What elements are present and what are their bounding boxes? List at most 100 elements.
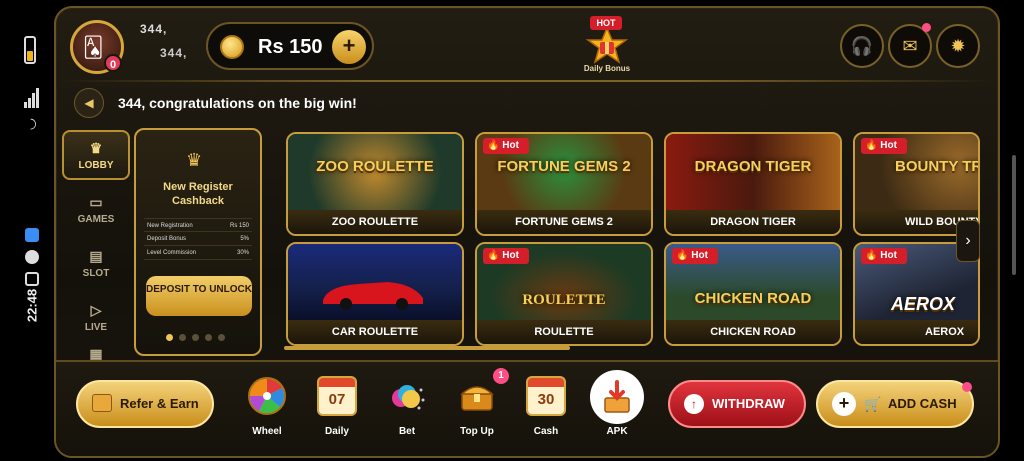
game-logo-text: BOUNTY TRA	[895, 158, 978, 175]
app-frame: ◠ 22:48 🂡 0 344, 344, Rs 150 + HOT Daily…	[0, 0, 1024, 461]
game-card-dragon-tiger[interactable]: DRAGON TIGER DRAGON TIGER	[664, 132, 842, 236]
withdraw-button[interactable]: ↑ WITHDRAW	[668, 380, 806, 428]
nav-label: GAMES	[77, 214, 115, 225]
crown-icon: ♛	[186, 150, 203, 170]
game-card-chicken-road[interactable]: 🔥 Hot CHICKEN ROAD CHICKEN ROAD	[664, 242, 842, 346]
side-nav: ♛ LOBBY ▭ GAMES ▤ SLOT ▷ LIVE ▦	[62, 128, 130, 360]
battery-icon	[24, 36, 36, 64]
nav-lobby[interactable]: ♛ LOBBY	[62, 130, 130, 180]
announcement-bar: ◀ 344, congratulations on the big win!	[66, 86, 986, 120]
game-name: ROULETTE	[477, 320, 651, 344]
instagram-icon	[25, 272, 39, 286]
plus-icon: +	[832, 392, 856, 416]
hot-label: Hot	[880, 250, 897, 261]
game-logo-text: FORTUNE GEMS 2	[497, 158, 631, 175]
announcement-text: 344, congratulations on the big win!	[118, 95, 357, 111]
promo-title: New Register Cashback	[163, 181, 233, 207]
hot-label: Hot	[880, 140, 897, 151]
cards-icon: 🂡	[83, 37, 104, 59]
tool-label: Bet	[398, 426, 416, 437]
promo-card[interactable]: ♛ New Register Cashback New Registration…	[134, 128, 262, 356]
hot-badge: 🔥 Hot	[672, 248, 718, 264]
game-name: CAR ROULETTE	[288, 320, 462, 344]
game-logo-text: AEROX	[891, 294, 956, 314]
refer-label: Refer & Earn	[120, 396, 199, 411]
game-card-car-roulette[interactable]: CAR ROULETTE	[286, 242, 464, 346]
game-name: ZOO ROULETTE	[288, 210, 462, 234]
download-icon	[604, 380, 630, 413]
balance-pill: Rs 150 +	[206, 22, 374, 70]
carousel-dots[interactable]	[166, 328, 236, 341]
gamepad-icon: ▭	[89, 194, 103, 210]
daily-bonus-label: Daily Bonus	[583, 64, 631, 73]
game-card-fortune-gems-2[interactable]: 🔥 Hot FORTUNE GEMS 2 FORTUNE GEMS 2	[475, 132, 653, 236]
nav-games[interactable]: ▭ GAMES	[62, 186, 130, 236]
withdraw-label: WITHDRAW	[712, 396, 785, 411]
calendar-icon: 30	[526, 376, 566, 416]
gift-icon	[585, 26, 629, 64]
car-icon	[323, 282, 423, 310]
refer-and-earn-button[interactable]: Refer & Earn	[76, 380, 214, 428]
hot-badge: 🔥 Hot	[483, 138, 529, 154]
nav-label: SLOT	[82, 268, 110, 279]
horizontal-scrollbar[interactable]	[284, 346, 570, 350]
avatar-badge: 0	[104, 54, 122, 72]
add-cash-button[interactable]: + 🛒 ADD CASH	[816, 380, 974, 428]
tool-daily[interactable]: 07 Daily	[308, 374, 366, 444]
clock: 22:48	[24, 288, 40, 323]
settings-button[interactable]: ✹	[936, 24, 980, 68]
tool-apk[interactable]: APK	[588, 370, 646, 444]
table-row: Deposit Bonus 5%	[144, 232, 252, 246]
calendar-icon: ▦	[89, 346, 103, 360]
user-id: 344,	[160, 46, 188, 60]
game-card-zoo-roulette[interactable]: ZOO ROULETTE ZOO ROULETTE	[286, 132, 464, 236]
add-balance-button[interactable]: +	[332, 30, 366, 64]
gift-icon	[92, 394, 112, 412]
chevron-right-icon: ›	[965, 232, 971, 249]
play-icon: ▷	[90, 302, 102, 318]
cart-icon: 🛒	[864, 396, 882, 412]
wheel-icon	[248, 377, 286, 415]
calendar-number: 07	[328, 391, 346, 408]
nav-more[interactable]: ▦	[62, 344, 130, 360]
deposit-to-unlock-button[interactable]: DEPOSIT TO UNLOCK	[146, 276, 252, 316]
hot-badge: 🔥 Hot	[861, 138, 907, 154]
game-name: AEROX	[855, 320, 978, 344]
game-logo-text: ROULETTE	[522, 292, 606, 308]
add-cash-dot	[962, 382, 972, 392]
tool-label: Daily	[325, 426, 349, 437]
user-name: 344,	[140, 22, 168, 36]
tool-top-up[interactable]: Top Up	[448, 374, 506, 444]
row-value: Rs 150	[229, 223, 249, 229]
tool-label: APK	[606, 426, 628, 437]
game-name: DRAGON TIGER	[666, 210, 840, 234]
mail-notification-dot	[922, 23, 931, 32]
game-card-roulette[interactable]: 🔥 Hot ROULETTE ROULETTE	[475, 242, 653, 346]
top-up-badge: 1	[493, 368, 509, 384]
speaker-icon[interactable]: ◀	[74, 88, 104, 118]
arrow-up-icon: ↑	[684, 394, 704, 414]
promo-table: New Registration Rs 150 Deposit Bonus 5% L…	[144, 218, 252, 260]
hot-badge: 🔥 Hot	[483, 248, 529, 264]
game-logo-text: DRAGON TIGER	[694, 158, 812, 175]
row-key: Deposit Bonus	[147, 236, 187, 242]
tool-bet[interactable]: Bet	[378, 374, 436, 444]
balance-amount: Rs 150	[258, 36, 323, 58]
row-key: New Registration	[147, 223, 193, 229]
nav-live[interactable]: ▷ LIVE	[62, 294, 130, 344]
crown-icon: ♛	[89, 140, 103, 156]
nav-label: LOBBY	[78, 160, 114, 171]
support-button[interactable]: 🎧	[840, 24, 884, 68]
gear-icon: ✹	[950, 36, 966, 56]
row-value: 30%	[236, 250, 249, 256]
tool-cash[interactable]: 30 Cash	[517, 374, 575, 444]
hot-badge: 🔥 Hot	[861, 248, 907, 264]
tool-wheel[interactable]: Wheel	[238, 374, 296, 444]
nav-slot[interactable]: ▤ SLOT	[62, 240, 130, 290]
chrome-icon	[25, 250, 39, 264]
scroll-indicator	[1012, 155, 1016, 275]
next-page-button[interactable]: ›	[956, 220, 980, 262]
daily-bonus-button[interactable]: HOT Daily Bonus	[576, 14, 638, 76]
hot-label: Hot	[502, 250, 519, 261]
system-status-bar: ◠ 22:48	[0, 0, 48, 461]
